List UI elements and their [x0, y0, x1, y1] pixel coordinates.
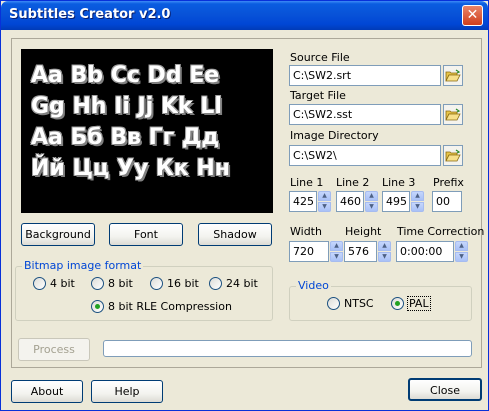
line1-label: Line 1 — [290, 176, 324, 189]
radio-ntsc[interactable]: NTSC — [327, 295, 374, 311]
spin-up-icon[interactable]: ▲ — [411, 191, 424, 201]
preview-line: Aa Bb Cc Dd Ee — [31, 63, 220, 88]
spin-up-icon[interactable]: ▲ — [378, 241, 391, 251]
width-label: Width — [290, 225, 322, 238]
radio-8bit[interactable]: 8 bit — [91, 275, 133, 291]
radio-circle-icon — [150, 276, 163, 290]
image-directory-browse-button[interactable] — [443, 145, 463, 166]
shadow-button[interactable]: Shadow — [198, 223, 272, 246]
source-file-input[interactable]: C:\SW2.srt — [289, 65, 441, 86]
folder-open-icon — [445, 108, 461, 120]
line1-input[interactable]: 425 — [289, 191, 317, 212]
prefix-input[interactable]: 00 — [432, 191, 462, 212]
window-close-icon[interactable]: ✕ — [462, 5, 483, 26]
line2-spinner[interactable]: ▲ ▼ — [365, 191, 378, 212]
folder-open-icon — [445, 149, 461, 161]
target-file-input[interactable]: C:\SW2.sst — [289, 104, 441, 125]
prefix-label: Prefix — [433, 176, 464, 189]
radio-label: 24 bit — [226, 276, 258, 290]
process-button[interactable]: Process — [18, 338, 90, 361]
radio-8bit-rle[interactable]: 8 bit RLE Compression — [91, 298, 232, 314]
spin-up-icon[interactable]: ▲ — [318, 191, 331, 201]
folder-open-icon — [445, 69, 461, 81]
radio-circle-icon — [327, 296, 340, 310]
radio-label: 16 bit — [167, 276, 199, 290]
font-preview: Aa Bb Cc Dd Ee Gg Hh Ii Jj Kk Ll Аа Бб В… — [21, 49, 273, 213]
radio-circle-icon — [33, 276, 46, 290]
radio-16bit[interactable]: 16 bit — [150, 275, 199, 291]
preview-line: Аа Бб Вв Гг Дд — [31, 125, 220, 150]
height-input[interactable]: 576 — [344, 241, 377, 262]
title-bar[interactable]: Subtitles Creator v2.0 ✕ — [1, 1, 488, 30]
video-legend: Video — [296, 279, 331, 292]
window-title: Subtitles Creator v2.0 — [9, 7, 171, 22]
radio-label: PAL — [407, 295, 431, 311]
spin-up-icon[interactable]: ▲ — [330, 241, 343, 251]
line3-spinner[interactable]: ▲ ▼ — [411, 191, 424, 212]
radio-circle-checked-icon — [91, 299, 104, 313]
help-button[interactable]: Help — [91, 380, 163, 403]
radio-circle-icon — [91, 276, 104, 290]
line1-spinner[interactable]: ▲ ▼ — [318, 191, 331, 212]
time-correction-input[interactable]: 0:00:00 — [396, 241, 454, 262]
radio-label: 4 bit — [50, 276, 75, 290]
font-button[interactable]: Font — [109, 223, 183, 246]
video-group: Video — [289, 279, 472, 321]
radio-label: NTSC — [344, 296, 374, 310]
line2-label: Line 2 — [336, 176, 370, 189]
line3-label: Line 3 — [382, 176, 416, 189]
width-input[interactable]: 720 — [289, 241, 329, 262]
bitmap-format-legend: Bitmap image format — [22, 259, 144, 272]
spin-down-icon[interactable]: ▼ — [330, 252, 343, 262]
background-button[interactable]: Background — [21, 223, 95, 246]
radio-pal[interactable]: PAL — [391, 295, 431, 311]
image-directory-input[interactable]: C:\SW2\ — [289, 145, 441, 166]
image-directory-label: Image Directory — [290, 129, 379, 142]
spin-down-icon[interactable]: ▼ — [411, 202, 424, 212]
radio-label: 8 bit RLE Compression — [108, 299, 232, 313]
radio-circle-checked-icon — [391, 296, 404, 310]
preview-line: Gg Hh Ii Jj Kk Ll — [31, 94, 222, 119]
main-window: Subtitles Creator v2.0 ✕ Aa Bb Cc Dd Ee … — [0, 0, 489, 411]
preview-line: Йй Цц Уу Кк Нн — [31, 156, 231, 181]
time-correction-label: Time Correction — [397, 225, 485, 238]
radio-24bit[interactable]: 24 bit — [209, 275, 258, 291]
radio-4bit[interactable]: 4 bit — [33, 275, 75, 291]
line2-input[interactable]: 460 — [336, 191, 364, 212]
close-button[interactable]: Close — [408, 378, 482, 401]
spin-down-icon[interactable]: ▼ — [365, 202, 378, 212]
radio-label: 8 bit — [108, 276, 133, 290]
source-file-label: Source File — [290, 51, 350, 64]
spin-down-icon[interactable]: ▼ — [318, 202, 331, 212]
spin-up-icon[interactable]: ▲ — [365, 191, 378, 201]
spin-down-icon[interactable]: ▼ — [378, 252, 391, 262]
about-button[interactable]: About — [11, 380, 83, 403]
width-spinner[interactable]: ▲ ▼ — [330, 241, 343, 262]
spin-up-icon[interactable]: ▲ — [455, 241, 468, 251]
target-file-label: Target File — [290, 89, 346, 102]
height-label: Height — [345, 225, 382, 238]
target-browse-button[interactable] — [443, 104, 463, 125]
line3-input[interactable]: 495 — [382, 191, 410, 212]
spin-down-icon[interactable]: ▼ — [455, 252, 468, 262]
radio-circle-icon — [209, 276, 222, 290]
time-correction-spinner[interactable]: ▲ ▼ — [455, 241, 468, 262]
progress-bar — [103, 340, 472, 357]
height-spinner[interactable]: ▲ ▼ — [378, 241, 391, 262]
source-browse-button[interactable] — [443, 65, 463, 86]
